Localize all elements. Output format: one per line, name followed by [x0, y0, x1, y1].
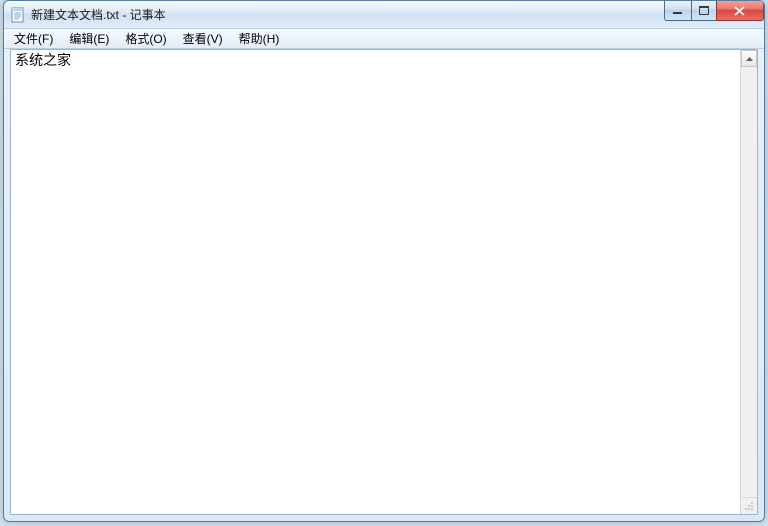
menu-format[interactable]: 格式(O) [117, 28, 174, 49]
grip-icon [744, 501, 754, 511]
maximize-button[interactable] [691, 1, 717, 21]
maximize-icon [699, 6, 709, 15]
vertical-scrollbar[interactable] [740, 50, 757, 514]
menu-file[interactable]: 文件(F) [6, 28, 61, 49]
resize-grip[interactable] [740, 497, 757, 514]
close-icon [734, 6, 746, 16]
minimize-button[interactable] [664, 1, 692, 21]
menu-edit[interactable]: 编辑(E) [61, 28, 117, 49]
close-button[interactable] [716, 1, 764, 21]
editor-frame: 系统之家 [10, 49, 758, 515]
menu-view[interactable]: 查看(V) [175, 28, 231, 49]
menubar: 文件(F) 编辑(E) 格式(O) 查看(V) 帮助(H) [4, 29, 764, 49]
menu-help[interactable]: 帮助(H) [231, 28, 288, 49]
scroll-up-button[interactable] [741, 50, 757, 67]
minimize-icon [673, 7, 683, 15]
text-editor[interactable]: 系统之家 [11, 50, 740, 514]
titlebar[interactable]: 新建文本文档.txt - 记事本 [4, 1, 764, 29]
notepad-icon [10, 7, 26, 23]
notepad-window: 新建文本文档.txt - 记事本 文件(F) 编辑(E) 格式(O) 查看(V)… [3, 0, 765, 522]
scroll-track[interactable] [741, 67, 757, 497]
chevron-up-icon [746, 57, 753, 61]
window-controls [665, 1, 764, 21]
window-title: 新建文本文档.txt - 记事本 [31, 6, 166, 23]
